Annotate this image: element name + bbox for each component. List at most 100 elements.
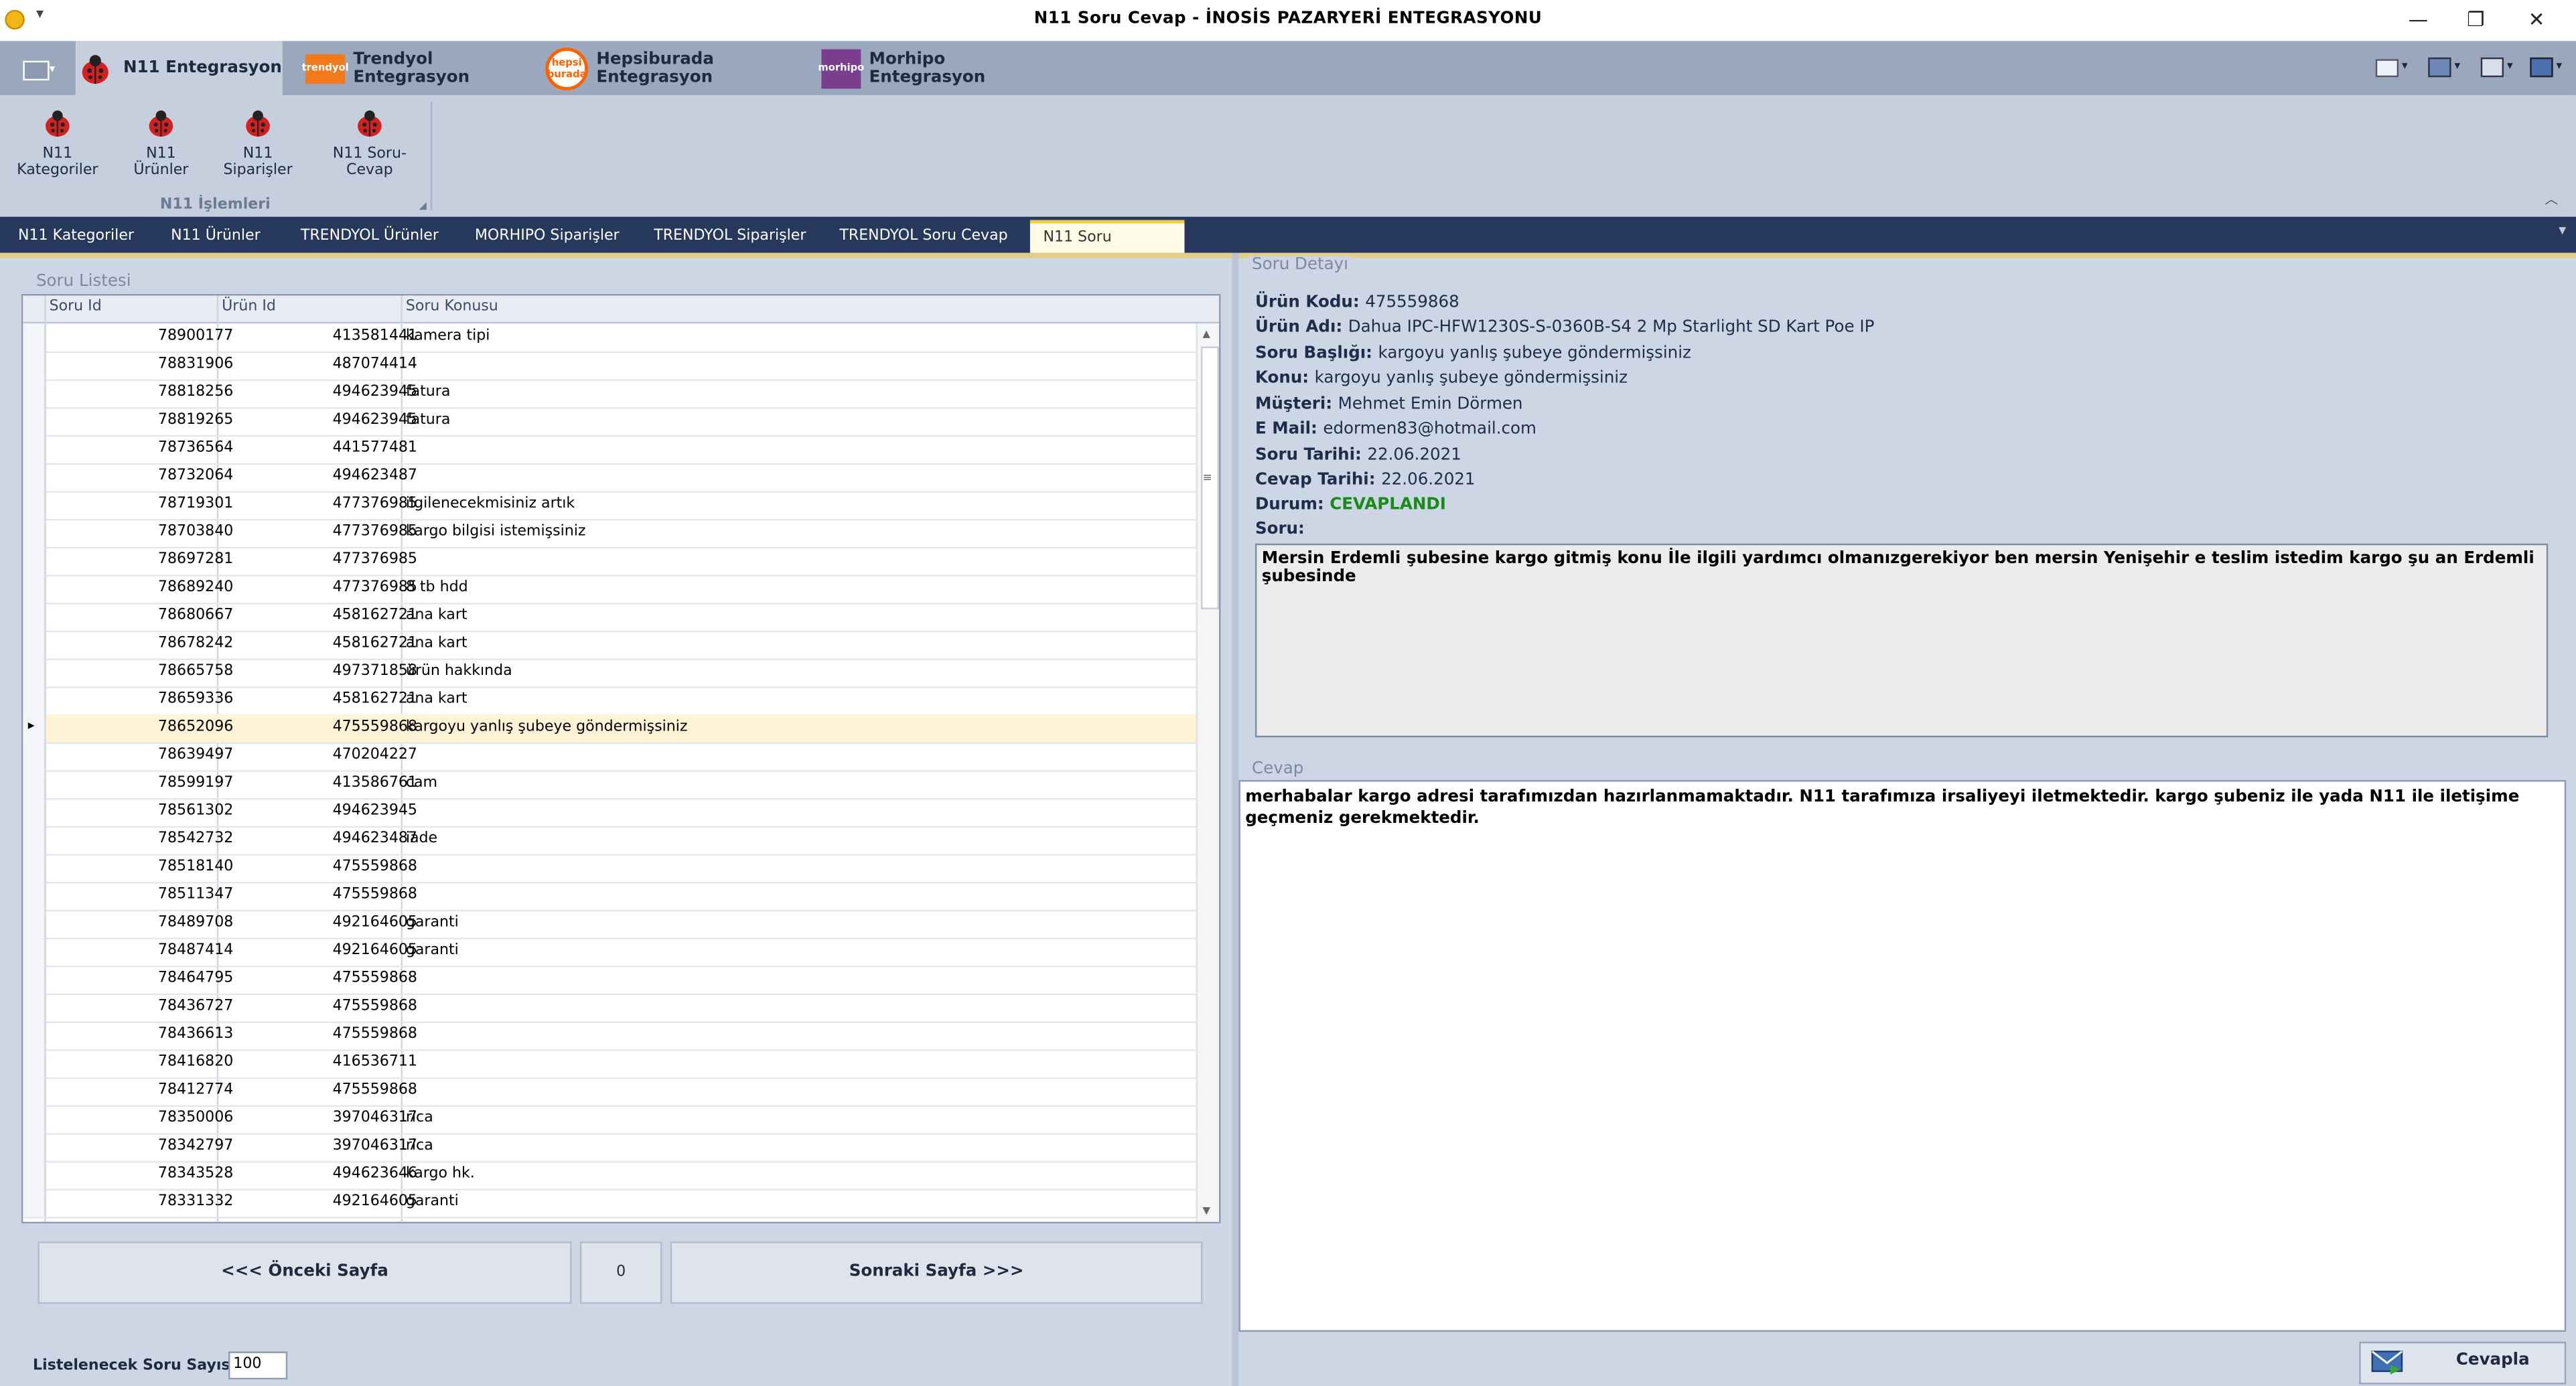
question-count-input[interactable]: 100 [228,1351,288,1380]
table-row[interactable]: 78487414 492164605 garanti [23,937,1196,968]
row-indicator[interactable] [23,603,46,631]
table-row[interactable]: 78818256 494623945 fatura [23,379,1196,409]
row-indicator[interactable] [23,519,46,547]
table-row[interactable]: 78518140 475559868 [23,854,1196,884]
table-row[interactable]: 78659336 458162721 ana kart [23,686,1196,716]
theme-icon[interactable] [2530,57,2553,78]
n11-kategoriler-button[interactable]: N11 Kategoriler [7,105,109,187]
settings-dropdown-icon[interactable]: ▾ [2507,59,2513,72]
n11-soru-cevap-button[interactable]: N11 Soru-Cevap [312,105,427,187]
row-indicator[interactable] [23,491,46,520]
tab-n11-soru-cevap[interactable]: N11 Soru Cevap✕ [1029,220,1185,279]
n11-urunler-button[interactable]: N11 Ürünler [119,105,204,187]
row-indicator[interactable] [23,630,46,659]
skin-icon[interactable] [2375,59,2399,78]
row-indicator[interactable] [23,966,46,994]
row-indicator[interactable] [23,463,46,491]
row-indicator[interactable] [23,909,46,938]
scroll-down-icon[interactable]: ▼ [1202,1205,1210,1217]
n11-siparisler-button[interactable]: N11 Siparişler [210,105,305,187]
table-row[interactable]: 78416820 416536711 [23,1049,1196,1079]
table-row[interactable]: 78342797 397046317 rica [23,1133,1196,1163]
row-indicator[interactable] [23,1105,46,1134]
row-indicator[interactable] [23,1021,46,1050]
row-indicator[interactable] [23,1133,46,1161]
table-row[interactable]: 78819265 494623945 fatura [23,407,1196,437]
cevapla-button[interactable]: Cevapla [2359,1341,2567,1385]
table-row[interactable]: 78599197 413586761 cam [23,770,1196,800]
table-row[interactable]: 78680667 458162721 ana kart [23,603,1196,633]
table-row[interactable]: 78652096 475559868kargoyu yanlış şubeye g… [23,714,1196,745]
skin-dropdown-icon[interactable]: ▾ [2402,59,2408,72]
tab-trendyol-siparisler[interactable]: TRENDYOL Siparişler [641,222,820,253]
row-indicator[interactable] [23,323,46,352]
collapse-ribbon-icon[interactable]: ︿ [2545,191,2558,209]
row-indicator[interactable] [23,1160,46,1189]
ribbon-tab-morhipo[interactable]: morhipo Morhipo Entegrasyon [818,41,1051,95]
row-indicator[interactable] [23,379,46,408]
row-indicator[interactable] [23,435,46,463]
ribbon-tab-trendyol[interactable]: trendyol Trendyol Entegrasyon [302,41,535,95]
table-row[interactable]: 78464795 475559868 [23,966,1196,996]
settings-icon[interactable] [2480,57,2504,78]
tab-trendyol-soru-cevap[interactable]: TRENDYOL Soru Cevap [827,222,1021,253]
row-indicator[interactable] [23,826,46,854]
restore-button[interactable]: ❐ [2451,5,2501,34]
previous-page-button[interactable]: <<< Önceki Sayfa [38,1241,572,1304]
table-row[interactable]: 78665758 497371858 ürün hakkında [23,658,1196,688]
table-row[interactable]: 78831906 487074414 [23,351,1196,382]
scroll-up-icon[interactable]: ▲ [1202,329,1210,340]
table-row[interactable]: 78678242 458162721 ana kart [23,630,1196,660]
row-indicator[interactable] [23,658,46,687]
row-indicator[interactable] [23,686,46,714]
table-row[interactable]: 78511347 475559868 [23,882,1196,912]
table-row[interactable]: 78732064 494623487 [23,463,1196,493]
row-indicator[interactable] [23,407,46,435]
row-indicator[interactable] [23,797,46,826]
ribbon-tab-hepsiburada[interactable]: hepsi burada Hepsiburada Entegrasyon [545,41,808,95]
row-indicator[interactable] [23,937,46,966]
column-header-urun-id[interactable]: Ürün Id [222,299,276,315]
layout-icon[interactable] [2428,57,2451,78]
group-expand-icon[interactable]: ◢ [419,200,426,212]
column-header-soru-konusu[interactable]: Soru Konusu [406,299,498,315]
next-page-button[interactable]: Sonraki Sayfa >>> [670,1241,1203,1304]
row-indicator[interactable] [23,742,46,771]
table-row[interactable]: 78350006 397046317 rica [23,1105,1196,1135]
table-row[interactable]: 78331332 492164605 garanti [23,1188,1196,1219]
ribbon-menu-dropdown-icon[interactable]: ▾ [50,62,56,76]
vertical-scrollbar[interactable]: ▲ ≡ ▼ [1196,323,1219,1222]
row-indicator[interactable] [23,1188,46,1217]
row-indicator[interactable] [23,854,46,882]
table-row[interactable]: 78697281 477376985 [23,546,1196,576]
table-row[interactable]: 78542732 494623487 iade [23,826,1196,856]
row-indicator[interactable] [23,882,46,910]
row-indicator[interactable] [23,1049,46,1077]
column-header-soru-id[interactable]: Soru Id [50,299,102,315]
tab-morhipo-siparisler[interactable]: MORHIPO Siparişler [461,222,632,253]
tab-n11-urunler[interactable]: N11 Ürünler [157,222,273,253]
table-row[interactable]: 78412774 475559868 [23,1077,1196,1107]
table-row[interactable]: 78489708 492164605 garanti [23,909,1196,939]
close-button[interactable]: ✕ [2512,5,2561,34]
theme-dropdown-icon[interactable]: ▾ [2557,59,2563,72]
tab-trendyol-urunler[interactable]: TRENDYOL Ürünler [287,222,451,253]
row-indicator[interactable] [23,770,46,798]
table-row[interactable]: 78639497 470204227 [23,742,1196,772]
row-indicator[interactable] [23,993,46,1022]
panel-splitter[interactable] [1232,252,1239,1386]
tab-list-dropdown-icon[interactable]: ▾ [2559,224,2566,240]
table-row[interactable]: 78343528 494623646 kargo hk. [23,1160,1196,1191]
table-row[interactable]: 78703840 477376985 kargo bilgisi istemişsi… [23,519,1196,549]
row-indicator[interactable] [23,1077,46,1105]
row-indicator[interactable] [23,574,46,603]
table-row[interactable]: 78436727 475559868 [23,993,1196,1023]
tab-n11-kategoriler[interactable]: N11 Kategoriler [5,222,147,253]
row-indicator[interactable] [23,546,46,575]
table-row[interactable]: 78719301 477376985 ilgilenecekmisiniz artı… [23,491,1196,521]
row-indicator[interactable] [23,714,46,743]
ribbon-menu-icon[interactable] [23,60,50,81]
table-row[interactable]: 78436613 475559868 [23,1021,1196,1051]
table-row[interactable]: 78689240 477376985 8 tb hdd [23,574,1196,605]
row-indicator[interactable] [23,351,46,380]
